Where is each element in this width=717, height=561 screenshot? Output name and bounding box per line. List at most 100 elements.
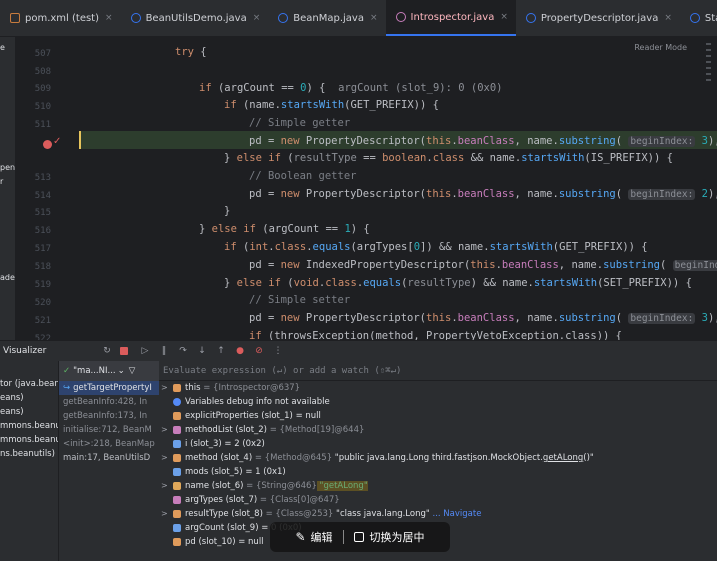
tree-fragment[interactable]: pent <box>0 163 15 172</box>
stack-frame[interactable]: getBeanInfo:428, In <box>59 395 159 409</box>
stack-frame[interactable]: getBeanInfo:173, In <box>59 409 159 423</box>
expand-icon: > <box>161 481 168 490</box>
edit-icon: ✎ <box>295 530 306 544</box>
java-class-icon <box>689 13 700 23</box>
code-editor[interactable]: Reader Mode try { if (argCount == 0) { a… <box>79 37 717 340</box>
thread-item[interactable]: tor (java.beans <box>0 379 58 389</box>
thread-item[interactable]: mmons.beanutil <box>0 435 58 445</box>
tree-fragment[interactable]: r <box>0 177 15 186</box>
line-number: 519 <box>34 280 51 290</box>
frames-list: ✓ "ma...NI... ⌄ ▽ ↪ getTargetPropertyI ge… <box>58 361 159 561</box>
line-number: 518 <box>34 262 51 272</box>
primitive-icon <box>173 440 181 448</box>
debugger-title: Visualizer <box>3 346 47 356</box>
edit-button[interactable]: 编辑 <box>311 529 333 545</box>
tab-label: StaticUtilsTest.java <box>704 12 717 24</box>
line-number: 515 <box>34 208 51 218</box>
variable-row[interactable]: > this = {Introspector@637} <box>159 381 717 395</box>
array-icon <box>173 496 181 504</box>
line-number: 509 <box>34 84 51 94</box>
close-icon[interactable]: × <box>500 12 508 22</box>
step-over-icon[interactable]: ↷ <box>177 345 189 357</box>
editor-gutter[interactable]: 507 508 509 510 511 513 514 515 516 517 … <box>15 37 79 344</box>
stop-icon[interactable] <box>120 347 128 355</box>
close-icon[interactable]: × <box>253 13 261 23</box>
return-arrow-icon: ↪ <box>63 383 71 393</box>
editor-tab-bar: pom.xml (test) × BeanUtilsDemo.java × Be… <box>0 0 717 37</box>
stack-frame[interactable]: main:17, BeanUtilsD <box>59 451 159 465</box>
thread-item[interactable]: eans) <box>0 393 24 403</box>
more-icon[interactable]: ⋮ <box>272 345 284 357</box>
code-line: if (argCount == 0) { argCount (slot_9): … <box>199 82 503 94</box>
toggle-center-button[interactable]: 切换为居中 <box>370 529 425 545</box>
close-icon[interactable]: × <box>105 13 113 23</box>
variable-row[interactable]: i (slot_3) = 2 (0x2) <box>159 437 717 451</box>
field-icon <box>173 510 181 518</box>
variable-row[interactable]: Variables debug info not available <box>159 395 717 409</box>
variable-row[interactable]: > name (slot_6) = {String@646} "getALong" <box>159 479 717 493</box>
breakpoint-check-icon: ✓ <box>53 136 62 147</box>
filter-icon[interactable]: ▽ <box>129 366 136 376</box>
mute-breakpoints-icon[interactable]: ⊘ <box>253 345 265 357</box>
resume-icon[interactable]: ▷ <box>139 345 151 357</box>
tab-label: pom.xml (test) <box>25 12 100 24</box>
array-icon <box>173 426 181 434</box>
code-line: try { <box>175 46 207 58</box>
stack-frame[interactable]: ↪ getTargetPropertyI <box>59 381 159 395</box>
thread-item[interactable]: mmons.beanu <box>0 421 58 431</box>
info-icon <box>173 398 181 406</box>
tab-label: Introspector.java <box>410 11 495 23</box>
tab-propertydescriptor[interactable]: PropertyDescriptor.java × <box>516 0 680 36</box>
variable-row[interactable]: > methodList (slot_2) = {Method[19]@644} <box>159 423 717 437</box>
tab-beanutilsdemo[interactable]: BeanUtilsDemo.java × <box>121 0 269 36</box>
rerun-icon[interactable]: ↻ <box>101 345 113 357</box>
line-number: 508 <box>34 67 51 77</box>
java-class-icon <box>130 13 141 23</box>
variable-row[interactable]: explicitProperties (slot_1) = null <box>159 409 717 423</box>
variable-row[interactable]: > resultType (slot_8) = {Class@253} "clas… <box>159 507 717 521</box>
image-action-overlay: ✎ 编辑 切换为居中 <box>270 522 450 552</box>
close-icon[interactable]: × <box>664 13 672 23</box>
variable-row[interactable]: mods (slot_5) = 1 (0x1) <box>159 465 717 479</box>
line-number: 516 <box>34 226 51 236</box>
close-icon[interactable]: × <box>370 13 378 23</box>
thread-item[interactable]: ns.beanutils) <box>0 449 55 459</box>
field-icon <box>173 538 181 546</box>
line-number: 513 <box>34 173 51 183</box>
tab-staticutilstest[interactable]: StaticUtilsTest.java × <box>680 0 717 36</box>
breakpoint-icon[interactable] <box>43 140 52 149</box>
code-line: if (name.startsWith(GET_PREFIX)) { <box>224 99 439 111</box>
tab-label: BeanUtilsDemo.java <box>145 12 247 24</box>
threads-list: tor (java.beans eans) eans) mmons.beanu … <box>0 361 58 561</box>
line-number: 517 <box>34 244 51 254</box>
tree-fragment[interactable]: ader <box>0 273 15 282</box>
thread-item[interactable]: eans) <box>0 407 24 417</box>
tab-label: BeanMap.java <box>293 12 364 24</box>
step-out-icon[interactable]: ↑ <box>215 345 227 357</box>
tab-pom-xml[interactable]: pom.xml (test) × <box>0 0 121 36</box>
tab-label: PropertyDescriptor.java <box>540 12 659 24</box>
stack-frame[interactable]: initialise:712, BeanM <box>59 423 159 437</box>
code-line: } else if (argCount == 1) { <box>199 223 370 235</box>
pause-icon[interactable]: ‖ <box>158 345 170 357</box>
tree-fragment[interactable]: e <box>0 43 15 52</box>
line-number: 507 <box>34 49 51 59</box>
line-number: 510 <box>34 102 51 112</box>
variable-row[interactable]: > method (slot_4) = {Method@645} "public … <box>159 451 717 465</box>
evaluate-expression-input[interactable]: Evaluate expression (↵) or add a watch (… <box>159 361 717 381</box>
java-class-icon <box>525 13 536 23</box>
reader-mode-toggle[interactable]: Reader Mode <box>634 43 687 52</box>
tab-introspector[interactable]: Introspector.java × <box>385 0 516 36</box>
tab-beanmap[interactable]: BeanMap.java × <box>268 0 385 36</box>
view-breakpoints-icon[interactable]: ● <box>234 345 246 357</box>
code-line: } else if (resultType == boolean.class &… <box>224 152 673 164</box>
divider <box>342 530 344 544</box>
stack-frame[interactable]: <init>:218, BeanMap <box>59 437 159 451</box>
step-into-icon[interactable]: ↓ <box>196 345 208 357</box>
variable-row[interactable]: argTypes (slot_7) = {Class[0]@647} <box>159 493 717 507</box>
thread-selector[interactable]: ✓ "ma...NI... ⌄ ▽ <box>59 361 159 381</box>
line-number: 521 <box>34 316 51 326</box>
line-number: 514 <box>34 191 51 201</box>
thread-selector-label: "ma...NI... <box>73 366 116 376</box>
java-class-icon <box>395 12 406 22</box>
